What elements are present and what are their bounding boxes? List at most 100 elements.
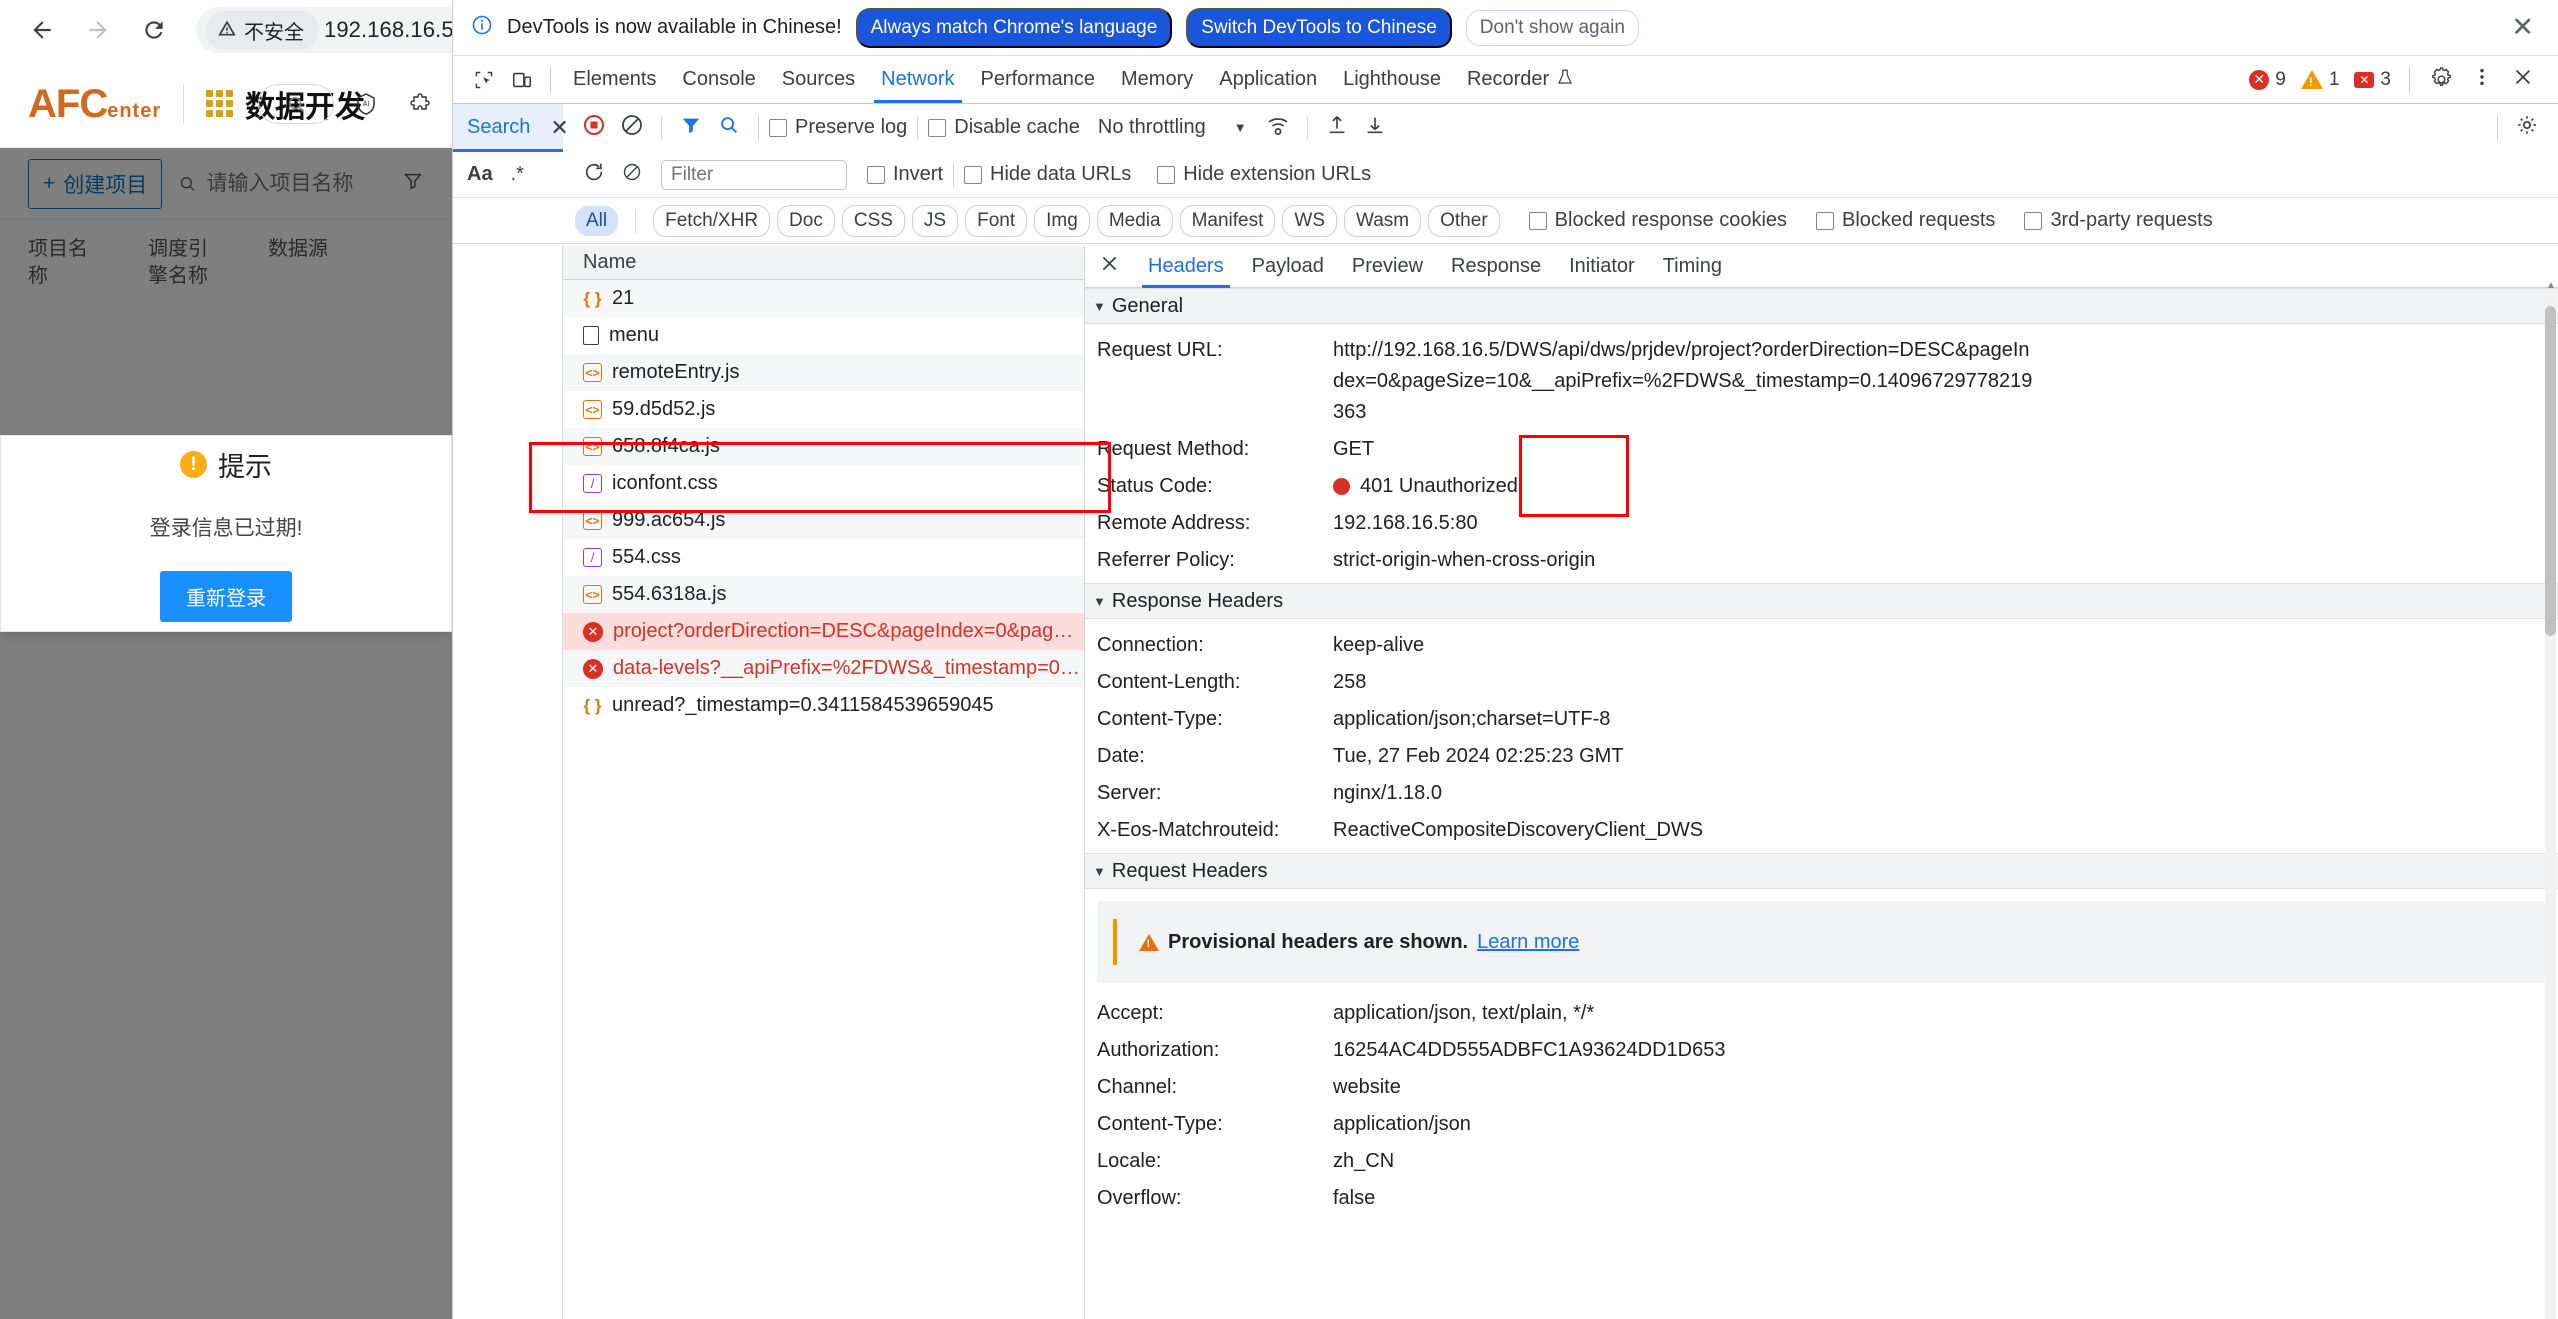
refresh-search-button[interactable]: [575, 156, 613, 194]
type-filter-media[interactable]: Media: [1097, 205, 1173, 237]
network-settings-button[interactable]: [2508, 109, 2546, 147]
tab-memory[interactable]: Memory: [1108, 56, 1206, 103]
scroll-up-arrow-icon[interactable]: ▲: [2546, 280, 2556, 291]
request-row[interactable]: <>remoteEntry.js: [563, 354, 1084, 391]
tab-sources[interactable]: Sources: [769, 56, 868, 103]
devtools-settings-button[interactable]: [2422, 61, 2460, 99]
toggle-filter-button[interactable]: [672, 109, 710, 147]
request-row-selected[interactable]: ✕project?orderDirection=DESC&pageIndex=0…: [563, 613, 1084, 650]
dialog-message: 登录信息已过期!: [150, 512, 303, 542]
type-filter-manifest[interactable]: Manifest: [1180, 205, 1276, 237]
close-icon[interactable]: ✕: [2511, 14, 2540, 41]
request-row[interactable]: /iconfont.css: [563, 465, 1084, 502]
dialog-title-row: ! 提示: [180, 445, 272, 484]
tab-performance[interactable]: Performance: [968, 56, 1109, 103]
issue-count[interactable]: ✕3: [2348, 69, 2397, 91]
error-count[interactable]: ✕9: [2243, 69, 2292, 91]
type-filter-font[interactable]: Font: [965, 205, 1027, 237]
request-row[interactable]: <>999.ac654.js: [563, 502, 1084, 539]
blocked-response-cookies-checkbox[interactable]: Blocked response cookies: [1529, 209, 1787, 232]
export-har-button[interactable]: [1356, 109, 1394, 147]
response-headers-section-header[interactable]: ▼ Response Headers: [1085, 583, 2558, 619]
request-row[interactable]: <>59.d5d52.js: [563, 391, 1084, 428]
disable-cache-checkbox[interactable]: Disable cache: [928, 116, 1080, 139]
inspect-element-icon[interactable]: [465, 61, 503, 99]
search-results-pane[interactable]: [453, 246, 563, 1319]
type-filter-css[interactable]: CSS: [842, 205, 905, 237]
switch-to-chinese-button[interactable]: Switch DevTools to Chinese: [1186, 8, 1452, 48]
back-arrow-icon: [29, 17, 55, 43]
tab-recorder[interactable]: Recorder: [1454, 56, 1562, 103]
devtools-more-button[interactable]: [2463, 61, 2501, 99]
hide-data-urls-checkbox[interactable]: Hide data URLs: [964, 163, 1131, 186]
tab-response[interactable]: Response: [1437, 246, 1555, 288]
back-button[interactable]: [14, 2, 70, 58]
app-grid-icon[interactable]: [206, 90, 233, 117]
details-scrollbar[interactable]: ▲: [2545, 292, 2556, 1319]
third-party-requests-checkbox[interactable]: 3rd-party requests: [2024, 209, 2212, 232]
tab-headers[interactable]: Headers: [1134, 246, 1238, 288]
type-filter-doc[interactable]: Doc: [777, 205, 835, 237]
scrollbar-thumb[interactable]: [2545, 306, 2556, 636]
modal-backdrop[interactable]: [0, 148, 452, 1319]
tab-console[interactable]: Console: [669, 56, 768, 103]
tab-payload[interactable]: Payload: [1238, 246, 1338, 288]
type-filter-other[interactable]: Other: [1428, 205, 1500, 237]
header-key: Date:: [1097, 741, 1333, 772]
tab-network[interactable]: Network: [868, 56, 967, 103]
record-button[interactable]: [575, 109, 613, 147]
request-row[interactable]: ✕data-levels?__apiPrefix=%2FDWS&_timesta…: [563, 650, 1084, 687]
ai-assistant-icon[interactable]: AI: [344, 82, 388, 126]
relogin-button[interactable]: 重新登录: [160, 571, 292, 622]
device-toolbar-icon[interactable]: [503, 61, 541, 99]
hide-extension-urls-checkbox[interactable]: Hide extension URLs: [1157, 163, 1371, 186]
close-icon[interactable]: ✕: [550, 115, 568, 141]
tab-lighthouse[interactable]: Lighthouse: [1330, 56, 1454, 103]
request-row[interactable]: { }unread?_timestamp=0.3411584539659045: [563, 687, 1084, 724]
tab-elements[interactable]: Elements: [560, 56, 669, 103]
warning-count[interactable]: 1: [2295, 69, 2346, 91]
tab-preview[interactable]: Preview: [1338, 246, 1437, 288]
match-case-button[interactable]: Aa: [467, 163, 493, 186]
dont-show-again-button[interactable]: Don't show again: [1466, 10, 1639, 46]
type-filter-fetch-xhr[interactable]: Fetch/XHR: [653, 205, 770, 237]
site-security-chip[interactable]: 不安全: [206, 11, 318, 50]
request-row[interactable]: menu: [563, 317, 1084, 354]
type-filter-img[interactable]: Img: [1034, 205, 1090, 237]
general-section-header[interactable]: ▼ General: [1085, 288, 2558, 324]
close-icon[interactable]: [1099, 253, 1120, 280]
type-filter-row: All Fetch/XHR Doc CSS JS Font Img Media …: [453, 198, 2558, 244]
type-filter-ws[interactable]: WS: [1282, 205, 1337, 237]
type-filter-wasm[interactable]: Wasm: [1344, 205, 1421, 237]
request-headers-section-header[interactable]: ▼ Request Headers: [1085, 853, 2558, 889]
reload-button[interactable]: [126, 2, 182, 58]
devtools-close-button[interactable]: [2504, 61, 2542, 99]
always-match-language-button[interactable]: Always match Chrome's language: [856, 8, 1173, 48]
type-filter-js[interactable]: JS: [912, 205, 958, 237]
request-row[interactable]: <>554.6318a.js: [563, 576, 1084, 613]
invert-checkbox[interactable]: Invert: [867, 163, 943, 186]
preserve-log-checkbox[interactable]: Preserve log: [769, 116, 907, 139]
request-row[interactable]: /554.css: [563, 539, 1084, 576]
filter-input[interactable]: [661, 160, 847, 190]
clear-search-button[interactable]: [613, 156, 651, 194]
forward-button[interactable]: [70, 2, 126, 58]
blocked-requests-checkbox[interactable]: Blocked requests: [1816, 209, 1995, 232]
tab-initiator[interactable]: Initiator: [1555, 246, 1649, 288]
request-row[interactable]: { }21: [563, 280, 1084, 317]
throttling-dropdown[interactable]: No throttling ▼: [1098, 116, 1247, 139]
type-filter-all[interactable]: All: [575, 206, 618, 236]
tab-application[interactable]: Application: [1206, 56, 1330, 103]
import-har-button[interactable]: [1318, 109, 1356, 147]
request-row[interactable]: <>658.8f4ca.js: [563, 428, 1084, 465]
learn-more-link[interactable]: Learn more: [1477, 931, 1579, 954]
search-button[interactable]: [710, 109, 748, 147]
search-pane-header[interactable]: Search ✕: [453, 104, 563, 152]
header-search-box[interactable]: [258, 84, 334, 124]
extension-icon[interactable]: [398, 82, 442, 126]
tab-timing[interactable]: Timing: [1649, 246, 1736, 288]
regex-button[interactable]: .*: [511, 163, 524, 186]
clear-button[interactable]: [613, 109, 651, 147]
section-title: General: [1112, 295, 1183, 318]
network-conditions-button[interactable]: [1259, 109, 1297, 147]
